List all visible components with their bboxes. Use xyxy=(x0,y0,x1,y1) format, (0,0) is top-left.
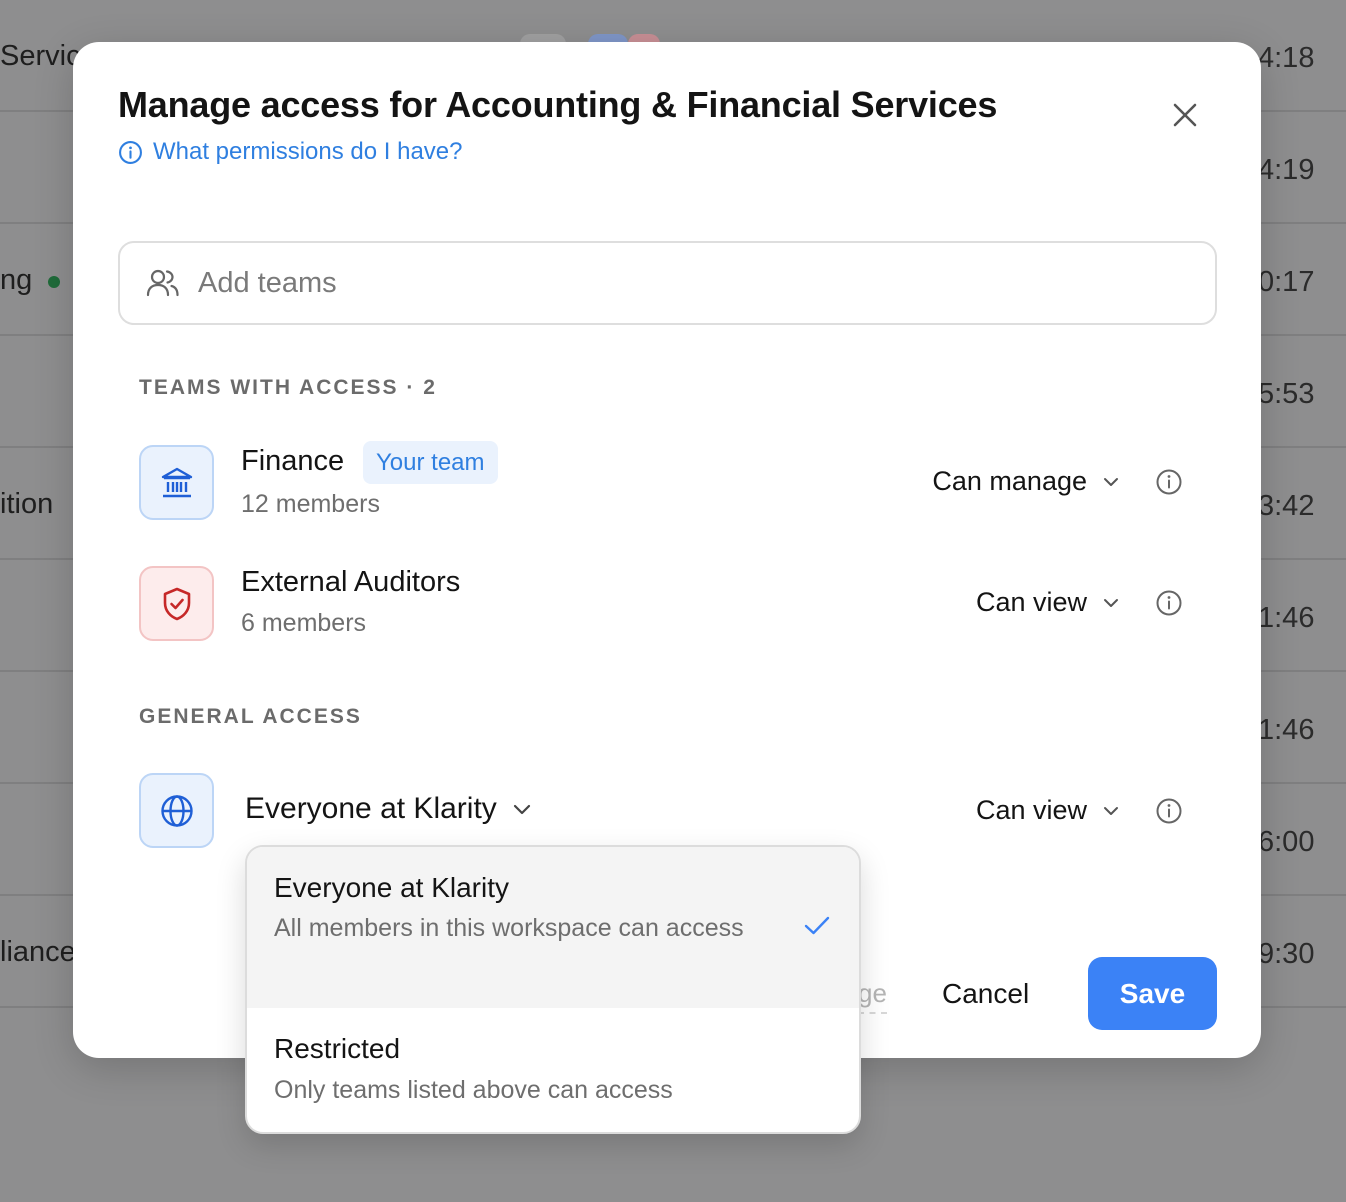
close-button[interactable] xyxy=(1168,98,1202,132)
bank-icon xyxy=(161,467,192,497)
dropdown-option-everyone[interactable]: Everyone at Klarity All members in this … xyxy=(247,847,859,1008)
chevron-down-icon xyxy=(1104,477,1118,486)
background-row-time: 4:19 xyxy=(1258,154,1315,186)
teams-section-label: TEAMS WITH ACCESS · 2 xyxy=(139,376,437,399)
modal-title: Manage access for Accounting & Financial… xyxy=(118,84,998,125)
shield-check-icon xyxy=(163,587,190,620)
footer-link[interactable]: ge xyxy=(858,978,887,1014)
chevron-down-icon xyxy=(1104,806,1118,815)
option-description: All members in this workspace can access xyxy=(274,914,744,942)
permission-select-external-auditors[interactable]: Can view xyxy=(976,587,1119,618)
status-dot xyxy=(48,276,60,288)
option-description: Only teams listed above can access xyxy=(274,1076,673,1104)
dropdown-option-restricted[interactable]: Restricted Only teams listed above can a… xyxy=(247,1008,859,1132)
chevron-down-icon xyxy=(1104,598,1118,607)
your-team-badge: Your team xyxy=(363,441,498,484)
general-access-label: GENERAL ACCESS xyxy=(139,705,362,728)
help-link-label: What permissions do I have? xyxy=(153,138,463,165)
background-row-title: ng xyxy=(0,264,33,296)
info-icon[interactable] xyxy=(1155,797,1183,825)
permission-select-finance[interactable]: Can manage xyxy=(932,466,1119,497)
background-row-title: liance xyxy=(0,936,76,968)
permissions-help-link[interactable]: What permissions do I have? xyxy=(118,138,462,166)
permission-label: Can view xyxy=(975,587,1087,617)
background-row-time: 1:46 xyxy=(1258,714,1315,746)
permission-label: Can view xyxy=(975,795,1087,825)
permission-label: Can manage xyxy=(932,466,1087,496)
general-access-dropdown: Everyone at Klarity All members in this … xyxy=(245,845,861,1134)
info-icon[interactable] xyxy=(1155,589,1183,617)
checkmark-icon xyxy=(804,916,830,935)
general-access-avatar xyxy=(139,773,214,848)
option-title: Restricted xyxy=(274,1033,401,1064)
team-members-finance: 12 members xyxy=(241,490,380,518)
cancel-button[interactable]: Cancel xyxy=(942,978,1029,1010)
background-row-time: 6:00 xyxy=(1258,826,1315,858)
save-button[interactable]: Save xyxy=(1088,957,1217,1030)
close-icon xyxy=(1173,103,1197,127)
background-row-time: 3:42 xyxy=(1258,490,1315,522)
users-icon xyxy=(146,269,179,297)
globe-icon xyxy=(160,794,193,827)
background-row-time: 5:53 xyxy=(1258,378,1315,410)
chevron-down-icon xyxy=(513,804,530,814)
add-teams-field[interactable] xyxy=(118,241,1217,325)
background-row-time: 4:18 xyxy=(1258,42,1315,74)
background-row-title: Servic xyxy=(0,40,81,72)
team-members-external-auditors: 6 members xyxy=(241,609,367,637)
background-row-time: 1:46 xyxy=(1258,602,1315,634)
option-title: Everyone at Klarity xyxy=(274,872,509,903)
general-access-select[interactable]: Everyone at Klarity xyxy=(245,792,531,826)
info-icon[interactable] xyxy=(1155,468,1183,496)
background-row-title: ition xyxy=(0,488,54,520)
general-access-value: Everyone at Klarity xyxy=(245,792,497,825)
add-teams-input[interactable] xyxy=(198,266,1098,300)
info-icon xyxy=(119,140,142,164)
team-name-finance: Finance xyxy=(241,445,345,477)
background-row-time: 9:30 xyxy=(1258,938,1315,970)
background-row-time: 0:17 xyxy=(1258,266,1315,298)
permission-select-general[interactable]: Can view xyxy=(976,795,1119,826)
team-avatar-finance xyxy=(139,445,214,520)
team-name-external-auditors: External Auditors xyxy=(241,566,461,598)
team-avatar-external-auditors xyxy=(139,566,214,641)
